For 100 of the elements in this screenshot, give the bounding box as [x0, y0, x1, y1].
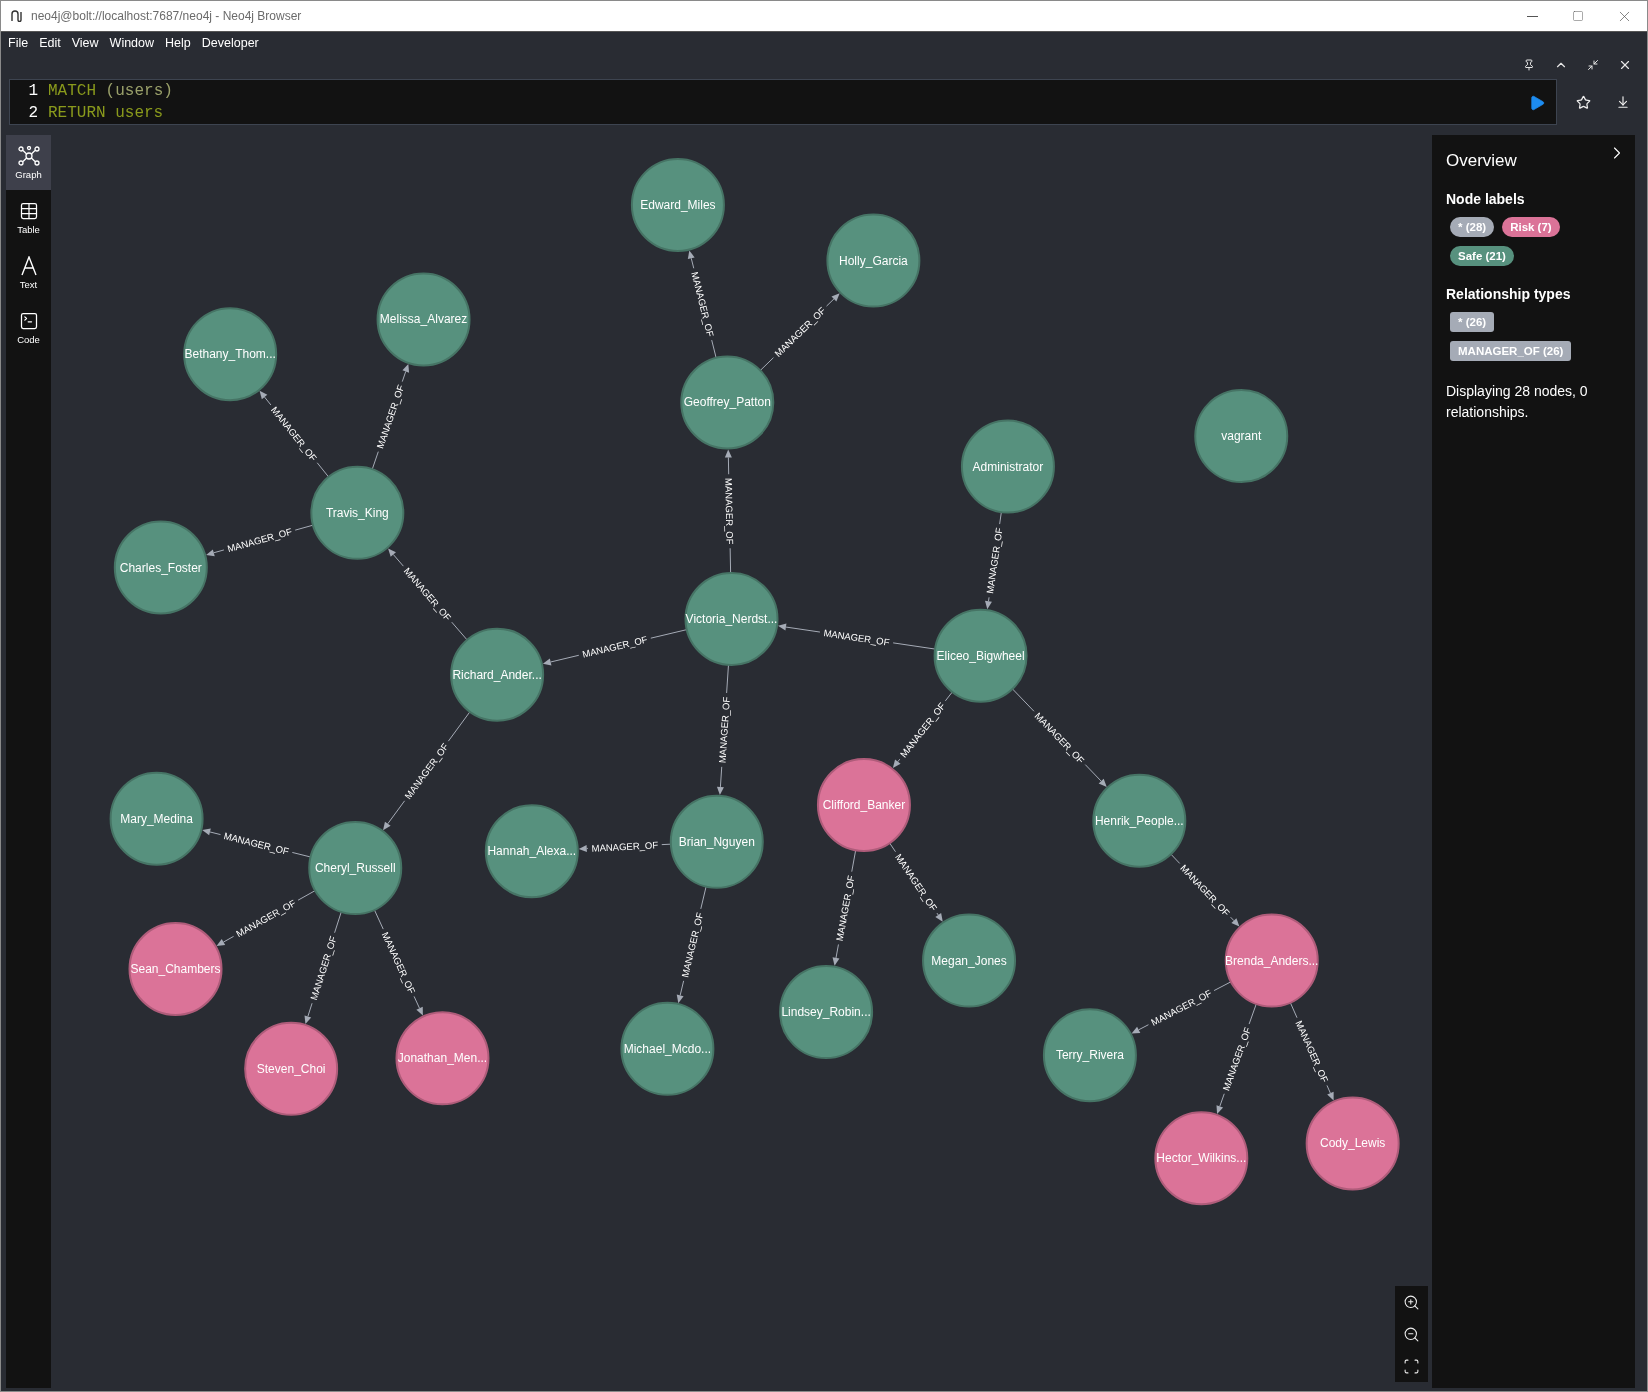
graph-node[interactable]: Cheryl_Russell	[308, 821, 403, 916]
relationship-arrow	[892, 758, 901, 768]
query-editor[interactable]: 1 MATCH (users) 2 RETURN users	[9, 79, 1557, 125]
relationship-line	[711, 339, 717, 359]
menu-item[interactable]: View	[71, 36, 99, 50]
graph-node[interactable]: Hannah_Alexa...	[484, 804, 579, 899]
graph-node[interactable]: Sean_Chambers	[128, 922, 223, 1016]
graph-node[interactable]: Mary_Medina	[109, 771, 204, 866]
relationship-arrow	[1084, 764, 1107, 787]
overview-title: Overview	[1446, 151, 1517, 171]
graph-node[interactable]: Megan_Jones	[922, 913, 1017, 1008]
node-label: Hector_Wilkins...	[1156, 1151, 1247, 1166]
relationship-arrow	[935, 912, 943, 922]
section-heading: Node labels	[1446, 191, 1525, 207]
graph-node[interactable]: Jonathan_Men...	[395, 1011, 490, 1106]
terminal-icon	[18, 310, 39, 331]
relationship-line	[1248, 1003, 1257, 1025]
node-label: Cody_Lewis	[1320, 1136, 1386, 1151]
menu-item[interactable]: Window	[109, 36, 155, 50]
graph-node[interactable]: Clifford_Banker	[816, 758, 911, 853]
view-tab[interactable]: Graph	[6, 135, 51, 190]
node-label: Jonathan_Men...	[397, 1051, 488, 1066]
graph-node[interactable]: Eliceo_Bigwheel	[933, 608, 1028, 703]
node-label: Megan_Jones	[931, 953, 1007, 968]
graph-node[interactable]: Holly_Garcia	[826, 213, 921, 308]
graph-node[interactable]: Travis_King	[310, 465, 405, 560]
view-tab[interactable]: Table	[6, 190, 51, 245]
window-title: neo4j@bolt://localhost:7687/neo4j - Neo4j Browser	[31, 9, 303, 23]
graph-node[interactable]: Melissa_Alvarez	[376, 272, 471, 367]
graph-node[interactable]: Steven_Choi	[244, 1021, 339, 1116]
graph-node[interactable]: Geoffrey_Patton	[680, 355, 775, 450]
relationship-arrow	[383, 800, 406, 831]
view-tab[interactable]: Code	[6, 300, 51, 355]
graph-node[interactable]: Richard_Ander...	[450, 627, 545, 722]
graph-node[interactable]: Cody_Lewis	[1305, 1096, 1400, 1191]
relationship-arrow	[304, 1002, 313, 1025]
graph-node[interactable]: Bethany_Thom...	[183, 307, 278, 402]
relationship-arrow	[724, 449, 732, 475]
relationship-line	[451, 621, 468, 641]
relationship-arrow	[206, 549, 225, 557]
relationship-line	[892, 642, 936, 650]
relationship-line	[729, 547, 732, 574]
zoom-out-icon	[1403, 1325, 1420, 1343]
label-tag[interactable]: Risk (7)	[1502, 217, 1560, 237]
menu-item[interactable]: Help	[165, 36, 191, 50]
play-icon	[1528, 94, 1546, 112]
relationship-tag[interactable]: MANAGER_OF (26)	[1450, 341, 1572, 361]
node-label: Michael_Mcdo...	[623, 1041, 712, 1056]
relationship-line	[1213, 981, 1232, 992]
relationship-line	[334, 911, 342, 934]
label-tag[interactable]: * (28)	[1450, 217, 1495, 237]
star-icon	[1575, 94, 1591, 110]
relationship-line	[889, 842, 896, 853]
relationship-line	[447, 711, 471, 742]
graph-node[interactable]: Victoria_Nerdst...	[684, 572, 779, 666]
relationship-line	[726, 664, 729, 694]
relationship-arrow	[413, 995, 423, 1016]
relationship-line	[700, 886, 707, 910]
app-icon	[11, 10, 23, 22]
node-label: Richard_Ander...	[452, 667, 542, 682]
node-label: Cheryl_Russell	[314, 861, 396, 876]
relationship-arrow	[202, 828, 221, 836]
relationship-arrow	[1326, 1084, 1334, 1101]
graph-node[interactable]: Lindsey_Robin...	[779, 965, 874, 1060]
node-label: Administrator	[972, 459, 1044, 474]
graph-node[interactable]: Charles_Foster	[113, 520, 208, 615]
node-label: Holly_Garcia	[839, 253, 908, 268]
node-label: Steven_Choi	[256, 1061, 326, 1076]
node-label: Henrik_People...	[1094, 813, 1184, 828]
menu-item[interactable]: Developer	[201, 36, 259, 50]
code-line: MATCH (users)	[48, 81, 173, 102]
menu-item[interactable]: File	[8, 36, 29, 50]
relationship-tag[interactable]: * (26)	[1450, 312, 1495, 332]
relationship-label: MANAGER_OF	[716, 696, 732, 764]
graph-node[interactable]: vagrant	[1194, 389, 1289, 484]
relationship-arrow	[716, 766, 724, 795]
relationship-arrow	[259, 390, 272, 406]
relationship-label: MANAGER_OF	[723, 477, 736, 545]
view-tab[interactable]: Text	[6, 245, 51, 300]
relationship-line	[1170, 853, 1181, 864]
graph-node[interactable]: Edward_Miles	[630, 157, 725, 252]
relationship-label: MANAGER_OF	[591, 839, 659, 854]
label-tag[interactable]: Safe (21)	[1450, 246, 1514, 266]
node-label: Victoria_Nerdst...	[685, 612, 778, 626]
pin-icon	[1523, 59, 1535, 71]
relationship-line	[759, 357, 774, 371]
relationship-line	[1012, 688, 1035, 712]
relationship-line	[294, 524, 314, 531]
relationship-arrow	[778, 623, 821, 633]
relationship-line	[291, 851, 312, 858]
menu-item[interactable]: Edit	[39, 36, 61, 50]
graph-node[interactable]: Terry_Rivera	[1042, 1008, 1137, 1103]
graph-node[interactable]: Administrator	[960, 419, 1055, 514]
node-label: Sean_Chambers	[130, 962, 221, 976]
fit-icon	[1403, 1357, 1420, 1375]
maximize-icon	[1572, 10, 1584, 22]
text-icon	[20, 255, 37, 276]
graph-node[interactable]: Michael_Mcdo...	[620, 1001, 715, 1096]
graph-node[interactable]: Brian_Nguyen	[669, 794, 764, 889]
graph-node[interactable]: Hector_Wilkins...	[1154, 1111, 1249, 1206]
